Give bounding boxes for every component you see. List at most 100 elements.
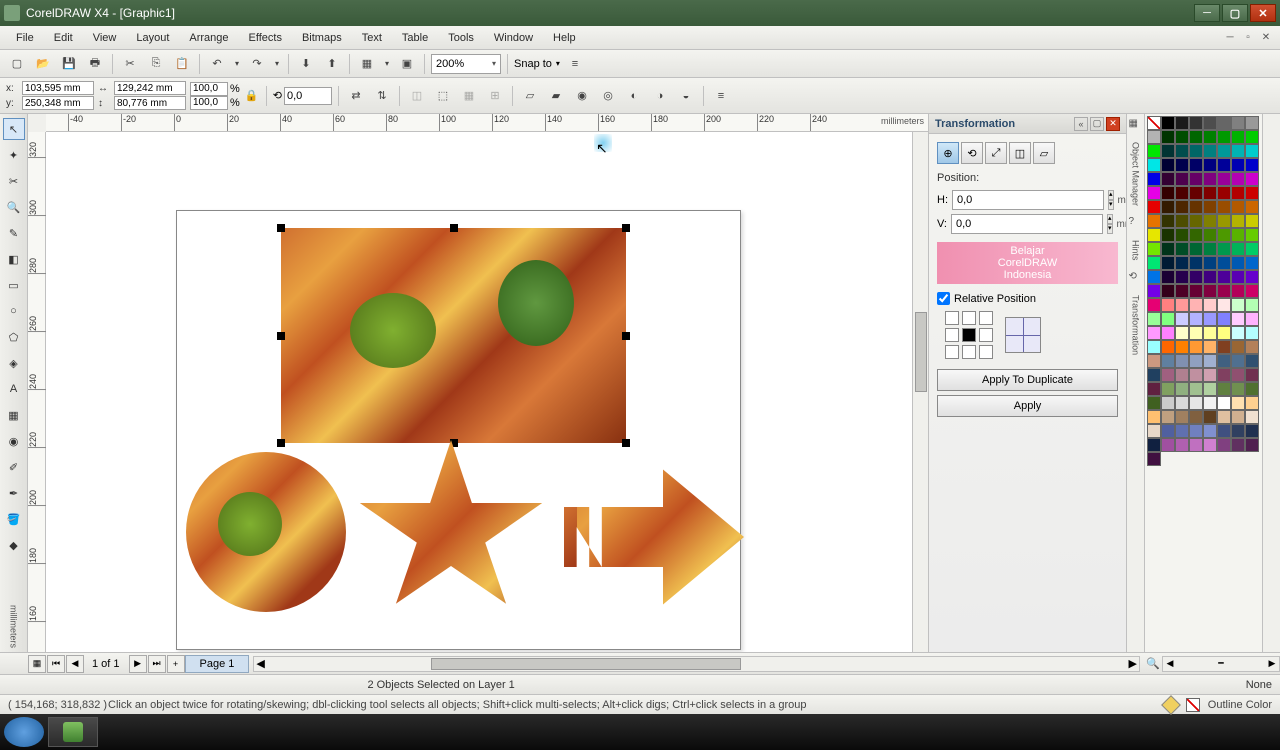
color-swatch[interactable] xyxy=(1189,284,1203,298)
color-swatch[interactable] xyxy=(1245,130,1259,144)
menu-help[interactable]: Help xyxy=(543,29,586,47)
color-swatch[interactable] xyxy=(1175,214,1189,228)
last-page-icon[interactable]: ⏭ xyxy=(148,655,166,673)
pos-x[interactable]: 103,595 mm xyxy=(22,81,94,95)
launcher-dropdown-icon[interactable]: ▾ xyxy=(382,53,392,75)
color-swatch[interactable] xyxy=(1189,242,1203,256)
menu-edit[interactable]: Edit xyxy=(44,29,83,47)
menu-effects[interactable]: Effects xyxy=(239,29,292,47)
horizontal-ruler[interactable]: millimeters -40-200204060801001201401601… xyxy=(46,114,928,132)
color-swatch[interactable] xyxy=(1175,340,1189,354)
print-icon[interactable]: 🖶 xyxy=(84,53,106,75)
color-swatch[interactable] xyxy=(1231,424,1245,438)
polygon-tool-icon[interactable]: ⬠ xyxy=(3,326,25,348)
color-swatch[interactable] xyxy=(1189,228,1203,242)
color-swatch[interactable] xyxy=(1161,340,1175,354)
to-front-icon[interactable]: ▱ xyxy=(519,85,541,107)
color-swatch[interactable] xyxy=(1245,144,1259,158)
color-swatch[interactable] xyxy=(1175,172,1189,186)
pick-tool-icon[interactable]: ↖ xyxy=(3,118,25,140)
color-swatch[interactable] xyxy=(1189,396,1203,410)
color-swatch[interactable] xyxy=(1217,284,1231,298)
color-swatch[interactable] xyxy=(1245,186,1259,200)
color-swatch[interactable] xyxy=(1203,396,1217,410)
redo-dropdown-icon[interactable]: ▾ xyxy=(272,53,282,75)
color-swatch[interactable] xyxy=(1231,438,1245,452)
color-swatch[interactable] xyxy=(1217,172,1231,186)
color-swatch[interactable] xyxy=(1245,270,1259,284)
palette-h-scroll[interactable]: ◀━▶ xyxy=(1162,656,1280,672)
color-swatch[interactable] xyxy=(1147,410,1161,424)
text-tool-icon[interactable]: A xyxy=(3,378,25,400)
anchor-grid[interactable] xyxy=(945,311,993,359)
selection-handle[interactable] xyxy=(277,224,285,232)
selection-handle[interactable] xyxy=(622,224,630,232)
color-swatch[interactable] xyxy=(1147,172,1161,186)
color-swatch[interactable] xyxy=(1175,424,1189,438)
color-swatch[interactable] xyxy=(1189,326,1203,340)
size-w[interactable]: 129,242 mm xyxy=(114,81,186,95)
color-swatch[interactable] xyxy=(1245,368,1259,382)
color-swatch[interactable] xyxy=(1189,144,1203,158)
color-swatch[interactable] xyxy=(1231,354,1245,368)
color-swatch[interactable] xyxy=(1231,340,1245,354)
color-swatch[interactable] xyxy=(1161,144,1175,158)
color-swatch[interactable] xyxy=(1147,424,1161,438)
color-swatch[interactable] xyxy=(1147,130,1161,144)
save-icon[interactable]: 💾 xyxy=(58,53,80,75)
color-swatch[interactable] xyxy=(1161,354,1175,368)
group-icon[interactable]: ▦ xyxy=(458,85,480,107)
next-page-icon[interactable]: ▶ xyxy=(129,655,147,673)
color-swatch[interactable] xyxy=(1203,410,1217,424)
color-swatch[interactable] xyxy=(1147,186,1161,200)
add-page-after-icon[interactable]: + xyxy=(167,655,185,673)
tab-hints[interactable]: Hints xyxy=(1131,236,1141,265)
outline-swatch[interactable] xyxy=(1186,698,1200,712)
color-swatch[interactable] xyxy=(1161,116,1175,130)
color-swatch[interactable] xyxy=(1189,354,1203,368)
tab-object-manager[interactable]: Object Manager xyxy=(1131,138,1141,210)
align-icon[interactable]: ≡ xyxy=(710,85,732,107)
color-swatch[interactable] xyxy=(1245,228,1259,242)
drawing-canvas[interactable]: ↖ xyxy=(46,132,912,652)
outline-tool-icon[interactable]: ✒ xyxy=(3,482,25,504)
color-swatch[interactable] xyxy=(1189,312,1203,326)
color-swatch[interactable] xyxy=(1231,312,1245,326)
color-swatch[interactable] xyxy=(1245,410,1259,424)
color-swatch[interactable] xyxy=(1231,270,1245,284)
color-swatch[interactable] xyxy=(1231,228,1245,242)
color-swatch[interactable] xyxy=(1189,382,1203,396)
color-swatch[interactable] xyxy=(1175,242,1189,256)
color-swatch[interactable] xyxy=(1217,144,1231,158)
color-swatch[interactable] xyxy=(1161,368,1175,382)
zoom-level[interactable]: 200%▾ xyxy=(431,54,501,74)
color-swatch[interactable] xyxy=(1161,186,1175,200)
color-swatch[interactable] xyxy=(1175,438,1189,452)
outline-indicator-icon[interactable] xyxy=(1161,695,1181,715)
color-swatch[interactable] xyxy=(1175,298,1189,312)
color-swatch[interactable] xyxy=(1217,438,1231,452)
color-swatch[interactable] xyxy=(1147,270,1161,284)
color-swatch[interactable] xyxy=(1189,424,1203,438)
selection-handle[interactable] xyxy=(277,439,285,447)
selection-handle[interactable] xyxy=(277,332,285,340)
color-swatch[interactable] xyxy=(1217,200,1231,214)
color-swatch[interactable] xyxy=(1245,242,1259,256)
mirror-h-icon[interactable]: ⇄ xyxy=(345,85,367,107)
color-swatch[interactable] xyxy=(1147,298,1161,312)
trim-icon[interactable]: ◎ xyxy=(597,85,619,107)
rectangle-tool-icon[interactable]: ▭ xyxy=(3,274,25,296)
apply-duplicate-button[interactable]: Apply To Duplicate xyxy=(937,369,1118,391)
color-swatch[interactable] xyxy=(1245,214,1259,228)
mdi-minimize-icon[interactable]: ─ xyxy=(1222,31,1238,45)
color-swatch[interactable] xyxy=(1203,256,1217,270)
color-swatch[interactable] xyxy=(1231,326,1245,340)
image-circle[interactable] xyxy=(186,452,346,612)
color-swatch[interactable] xyxy=(1203,270,1217,284)
color-swatch[interactable] xyxy=(1217,116,1231,130)
crop-tool-icon[interactable]: ✂ xyxy=(3,170,25,192)
rotation-angle[interactable] xyxy=(284,87,332,105)
tab-transformation[interactable]: Transformation xyxy=(1131,291,1141,359)
color-swatch[interactable] xyxy=(1245,424,1259,438)
horizontal-scrollbar[interactable]: ◀ ▶ xyxy=(253,656,1140,672)
